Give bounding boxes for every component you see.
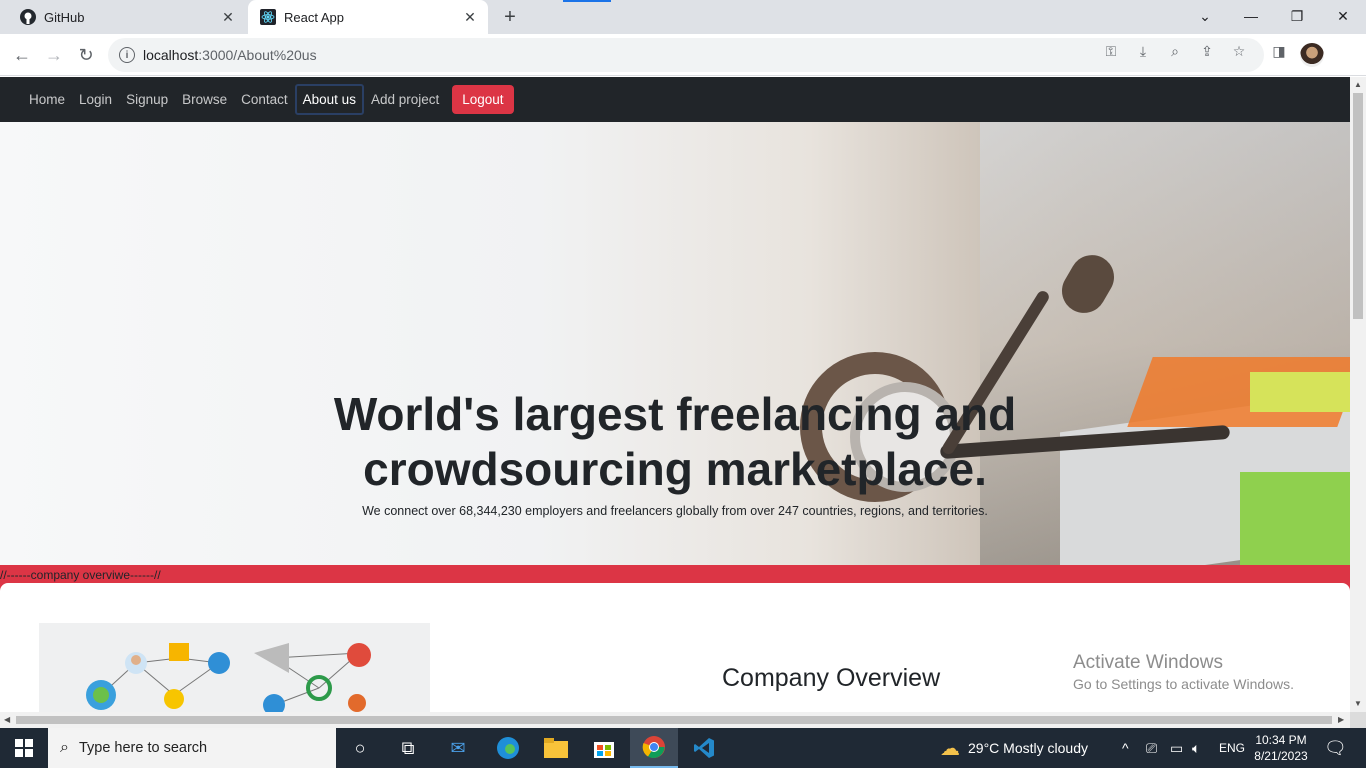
nav-browse[interactable]: Browse [175, 85, 234, 114]
side-panel-icon[interactable]: ◨ [1269, 41, 1289, 61]
restore-button[interactable]: ❐ [1274, 0, 1320, 32]
github-icon [20, 9, 36, 25]
vertical-scrollbar[interactable]: ▲ ▼ [1350, 77, 1366, 712]
scroll-left-icon[interactable]: ◀ [4, 715, 10, 724]
nav-signup[interactable]: Signup [119, 85, 175, 114]
nav-about-us[interactable]: About us [294, 84, 364, 115]
key-icon[interactable]: ⚿ [1101, 41, 1121, 61]
share-icon[interactable]: ⇪ [1197, 41, 1217, 61]
tab-react-app[interactable]: React App ✕ [248, 0, 488, 34]
search-icon: ⌕ [60, 739, 69, 756]
taskbar-search-box[interactable]: ⌕ Type here to search [48, 728, 336, 768]
weather-text: 29°C Mostly cloudy [968, 740, 1088, 756]
weather-cloudy-icon: ☁ [940, 737, 960, 760]
tab-title: React App [284, 9, 344, 25]
site-info-icon[interactable]: i [119, 47, 135, 63]
hero-banner: World's largest freelancing and crowdsou… [0, 122, 1350, 565]
close-icon[interactable]: ✕ [460, 7, 480, 27]
cortana-icon[interactable]: ○ [336, 728, 384, 768]
vertical-scroll-thumb[interactable] [1353, 93, 1363, 319]
browser-toolbar: ← → ↻ i localhost:3000/About%20us ⚿ ⤓ ⌕ … [0, 34, 1366, 76]
microsoft-store-icon[interactable] [580, 728, 628, 768]
overview-comment: //------company overviwe------// [0, 568, 161, 582]
site-navbar: Home Login Signup Browse Contact About u… [0, 77, 1350, 122]
scroll-down-icon[interactable]: ▼ [1354, 699, 1362, 708]
mail-icon[interactable]: ✉ [434, 728, 482, 768]
url-text[interactable]: localhost:3000/About%20us [143, 47, 317, 63]
scroll-right-icon[interactable]: ▶ [1338, 715, 1344, 724]
react-icon [260, 9, 276, 25]
tab-title: GitHub [44, 9, 85, 25]
close-window-button[interactable]: ✕ [1320, 0, 1366, 32]
nav-contact[interactable]: Contact [234, 85, 295, 114]
new-tab-button[interactable]: + [498, 5, 522, 29]
page-viewport: Home Login Signup Browse Contact About u… [0, 77, 1350, 712]
chrome-icon[interactable] [630, 728, 678, 768]
meet-now-icon[interactable]: ⎚ [1146, 728, 1157, 768]
browser-tab-strip: GitHub ✕ React App ✕ + ⌄ — ❐ ✕ [0, 0, 1366, 34]
overview-illustration [39, 623, 430, 712]
language-indicator[interactable]: ENG [1219, 728, 1245, 768]
taskbar-clock[interactable]: 10:34 PM 8/21/2023 [1254, 732, 1308, 764]
windows-start-icon[interactable] [0, 728, 48, 768]
file-explorer-icon[interactable] [532, 728, 580, 768]
nav-add-project[interactable]: Add project [364, 85, 446, 114]
nav-home[interactable]: Home [22, 85, 72, 114]
battery-icon[interactable]: ▭ [1170, 728, 1183, 768]
hero-title: World's largest freelancing and crowdsou… [333, 388, 1017, 495]
minimize-button[interactable]: — [1228, 0, 1274, 32]
close-icon[interactable]: ✕ [218, 7, 238, 27]
tab-github[interactable]: GitHub ✕ [8, 0, 246, 34]
horizontal-scroll-thumb[interactable] [16, 716, 1332, 724]
install-icon[interactable]: ⤓ [1133, 41, 1153, 61]
nav-login[interactable]: Login [72, 85, 119, 114]
task-view-icon[interactable]: ⧉ [384, 728, 432, 768]
address-bar[interactable]: i localhost:3000/About%20us [108, 38, 1264, 72]
weather-widget[interactable]: ☁ 29°C Mostly cloudy [940, 728, 1088, 768]
bookmark-star-icon[interactable]: ☆ [1229, 41, 1249, 61]
back-icon[interactable]: ← [8, 41, 36, 69]
scrollbar-corner [1350, 712, 1366, 728]
hero-subtitle: We connect over 68,344,230 employers and… [362, 504, 988, 518]
activate-windows-watermark: Activate Windows Go to Settings to activ… [1073, 652, 1294, 692]
profile-avatar[interactable] [1300, 43, 1324, 67]
zoom-icon[interactable]: ⌕ [1165, 41, 1185, 61]
tab-search-chevron-icon[interactable]: ⌄ [1182, 0, 1228, 32]
show-hidden-icons-chevron-icon[interactable]: ^ [1122, 728, 1129, 768]
edge-icon[interactable] [484, 728, 532, 768]
vscode-icon[interactable] [680, 728, 728, 768]
tab-drag-indicator [563, 0, 611, 2]
horizontal-scrollbar[interactable]: ◀ ▶ [0, 712, 1350, 728]
logout-button[interactable]: Logout [452, 85, 514, 114]
scroll-up-icon[interactable]: ▲ [1354, 80, 1362, 89]
reload-icon[interactable]: ↻ [72, 41, 100, 69]
forward-icon[interactable]: → [40, 41, 68, 69]
taskbar-search-placeholder: Type here to search [78, 740, 208, 756]
company-overview-heading: Company Overview [722, 664, 941, 692]
windows-taskbar: ⌕ Type here to search ○ ⧉ ✉ ☁ 29°C Mostl… [0, 728, 1366, 768]
notifications-icon[interactable]: 🗨︎ [1324, 728, 1347, 768]
volume-icon[interactable]: 🔈︎ [1192, 728, 1200, 768]
